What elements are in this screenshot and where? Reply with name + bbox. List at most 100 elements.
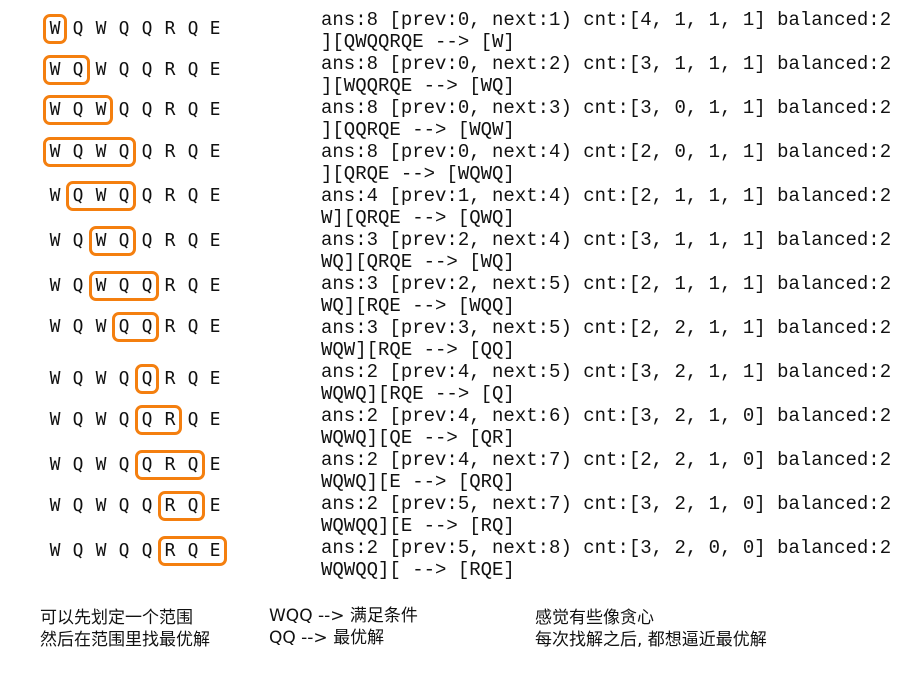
- step-log-line1: ans:8 [prev:0, next:3) cnt:[3, 0, 1, 1] …: [321, 97, 892, 119]
- sequence-char: W: [49, 275, 61, 296]
- sequence-char: R: [164, 18, 176, 39]
- sequence-char: E: [209, 99, 221, 120]
- step-log-line2: WQWQ][QE --> [QR]: [321, 427, 515, 449]
- note-middle: WQQ --> 满足条件 QQ --> 最优解: [269, 605, 418, 649]
- sequence-char: W: [49, 185, 61, 206]
- sequence-char: W: [95, 316, 107, 337]
- step-log-line1: ans:3 [prev:2, next:4) cnt:[3, 1, 1, 1] …: [321, 229, 892, 251]
- sequence-char: Q: [72, 368, 84, 389]
- sequence-char: W: [49, 368, 61, 389]
- sequence-char: Q: [72, 59, 84, 80]
- sequence-char: Q: [72, 409, 84, 430]
- sequence-char: Q: [141, 316, 153, 337]
- step-log: ans:4 [prev:1, next:4) cnt:[2, 1, 1, 1] …: [321, 185, 891, 229]
- sequence-char: Q: [141, 59, 153, 80]
- sequence-char: R: [164, 540, 176, 561]
- sequence-char: W: [95, 18, 107, 39]
- sequence-char: E: [209, 18, 221, 39]
- step-log-line1: ans:3 [prev:3, next:5) cnt:[2, 2, 1, 1] …: [321, 317, 892, 339]
- sequence-char: Q: [118, 454, 130, 475]
- step-log-line1: ans:2 [prev:5, next:8) cnt:[3, 2, 0, 0] …: [321, 537, 892, 559]
- sequence-char: Q: [118, 230, 130, 251]
- sequence-char: W: [49, 141, 61, 162]
- step-log-line1: ans:3 [prev:2, next:5) cnt:[2, 1, 1, 1] …: [321, 273, 892, 295]
- sequence-char: E: [209, 409, 221, 430]
- step-log-line2: ][QRQE --> [WQWQ]: [321, 163, 515, 185]
- note-right-line-2: 每次找解之后, 都想逼近最优解: [535, 630, 767, 650]
- sequence-char: E: [209, 275, 221, 296]
- sequence-char: Q: [187, 275, 199, 296]
- sequence-char: Q: [187, 316, 199, 337]
- sequence-char: Q: [72, 141, 84, 162]
- sequence-char: W: [95, 185, 107, 206]
- note-middle-line-1: WQQ --> 满足条件: [269, 606, 418, 626]
- note-left: 可以先划定一个范围 然后在范围里找最优解: [40, 607, 210, 651]
- sequence-char: Q: [72, 316, 84, 337]
- sequence-char: Q: [118, 368, 130, 389]
- sequence-char: Q: [187, 495, 199, 516]
- note-right: 感觉有些像贪心 每次找解之后, 都想逼近最优解: [535, 607, 767, 651]
- sequence-char: E: [209, 141, 221, 162]
- sequence-char: Q: [72, 495, 84, 516]
- step-log: ans:3 [prev:3, next:5) cnt:[2, 2, 1, 1] …: [321, 317, 891, 361]
- sequence-char: Q: [141, 141, 153, 162]
- sequence-char: E: [209, 59, 221, 80]
- sequence-char: Q: [187, 18, 199, 39]
- sequence-char: W: [49, 454, 61, 475]
- sequence-char: R: [164, 141, 176, 162]
- sequence-char: R: [164, 316, 176, 337]
- sequence-char: Q: [72, 185, 84, 206]
- sequence-char: E: [209, 540, 221, 561]
- sequence-char: Q: [118, 18, 130, 39]
- note-middle-line-2: QQ --> 最优解: [269, 628, 385, 648]
- sequence-char: Q: [118, 316, 130, 337]
- step-log: ans:2 [prev:4, next:7) cnt:[2, 2, 1, 0] …: [321, 449, 891, 493]
- step-log-line2: WQWQ][E --> [QRQ]: [321, 471, 515, 493]
- step-log-line1: ans:2 [prev:4, next:6) cnt:[3, 2, 1, 0] …: [321, 405, 892, 427]
- sequence-char: W: [49, 18, 61, 39]
- sequence-char: Q: [141, 99, 153, 120]
- sequence-char: Q: [118, 275, 130, 296]
- sequence-char: R: [164, 368, 176, 389]
- sequence-char: Q: [141, 185, 153, 206]
- sequence-char: W: [49, 59, 61, 80]
- step-log: ans:2 [prev:5, next:7) cnt:[3, 2, 1, 0] …: [321, 493, 891, 537]
- sequence-char: E: [209, 495, 221, 516]
- step-log-line2: W][QRQE --> [QWQ]: [321, 207, 515, 229]
- step-log: ans:3 [prev:2, next:4) cnt:[3, 1, 1, 1] …: [321, 229, 891, 273]
- sequence-char: R: [164, 275, 176, 296]
- step-log-line2: ][WQQRQE --> [WQ]: [321, 75, 515, 97]
- step-log-line1: ans:2 [prev:4, next:7) cnt:[2, 2, 1, 0] …: [321, 449, 892, 471]
- sequence-char: Q: [187, 141, 199, 162]
- sequence-char: Q: [141, 368, 153, 389]
- step-log-line2: WQWQQ][ --> [RQE]: [321, 559, 515, 581]
- sequence-char: Q: [72, 230, 84, 251]
- sequence-char: Q: [118, 409, 130, 430]
- step-log-line2: WQWQQ][E --> [RQ]: [321, 515, 515, 537]
- step-log: ans:8 [prev:0, next:1) cnt:[4, 1, 1, 1] …: [321, 9, 891, 53]
- diagram-canvas: W Q W Q Q R Q Eans:8 [prev:0, next:1) cnt:[4, 1…: [0, 0, 915, 678]
- sequence-char: E: [209, 454, 221, 475]
- sequence-char: E: [209, 230, 221, 251]
- sequence-char: Q: [118, 185, 130, 206]
- sequence-char: Q: [118, 540, 130, 561]
- step-log-line2: ][QQRQE --> [WQW]: [321, 119, 515, 141]
- sequence-char: Q: [141, 495, 153, 516]
- sequence-char: Q: [118, 99, 130, 120]
- step-log: ans:8 [prev:0, next:3) cnt:[3, 0, 1, 1] …: [321, 97, 891, 141]
- sequence-char: Q: [187, 409, 199, 430]
- sequence-char: Q: [187, 185, 199, 206]
- sequence-char: R: [164, 99, 176, 120]
- sequence-char: W: [95, 275, 107, 296]
- step-log-line2: WQ][RQE --> [WQQ]: [321, 295, 515, 317]
- sequence-char: Q: [141, 18, 153, 39]
- sequence-char: W: [95, 230, 107, 251]
- sequence-char: R: [164, 59, 176, 80]
- note-right-line-1: 感觉有些像贪心: [535, 608, 654, 628]
- sequence-char: Q: [118, 495, 130, 516]
- step-log: ans:8 [prev:0, next:4) cnt:[2, 0, 1, 1] …: [321, 141, 891, 185]
- step-log: ans:2 [prev:4, next:5) cnt:[3, 2, 1, 1] …: [321, 361, 891, 405]
- step-log-line2: WQ][QRQE --> [WQ]: [321, 251, 515, 273]
- step-log-line2: WQW][RQE --> [QQ]: [321, 339, 515, 361]
- sequence-char: Q: [72, 275, 84, 296]
